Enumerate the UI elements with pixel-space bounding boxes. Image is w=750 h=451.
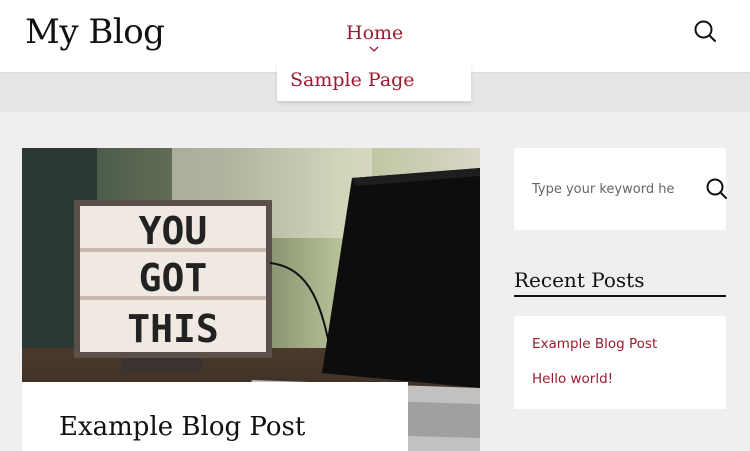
recent-post-link[interactable]: Hello world! xyxy=(532,371,613,387)
dropdown-item-sample-page[interactable]: Sample Page xyxy=(290,69,415,91)
divider xyxy=(514,295,726,297)
recent-posts-heading: Recent Posts xyxy=(514,268,645,292)
recent-posts-list: Example Blog Post Hello world! xyxy=(514,316,726,409)
search-icon[interactable] xyxy=(692,18,718,44)
post-card: Example Blog Post xyxy=(22,382,408,451)
sign-text-got: GOT xyxy=(139,256,208,300)
sidebar-search xyxy=(514,148,727,230)
sign-text-this: THIS xyxy=(127,307,219,351)
chevron-down-icon[interactable] xyxy=(369,45,379,53)
post-title[interactable]: Example Blog Post xyxy=(59,412,305,442)
lightbox-sign: YOU GOT THIS xyxy=(74,200,272,358)
search-input[interactable] xyxy=(532,178,674,200)
search-icon[interactable] xyxy=(704,176,730,202)
sign-text-you: YOU xyxy=(139,209,208,253)
recent-post-link[interactable]: Example Blog Post xyxy=(532,336,657,352)
nav-item-home[interactable]: Home xyxy=(346,22,403,44)
site-title[interactable]: My Blog xyxy=(25,12,165,52)
nav-dropdown: Sample Page xyxy=(277,62,471,101)
